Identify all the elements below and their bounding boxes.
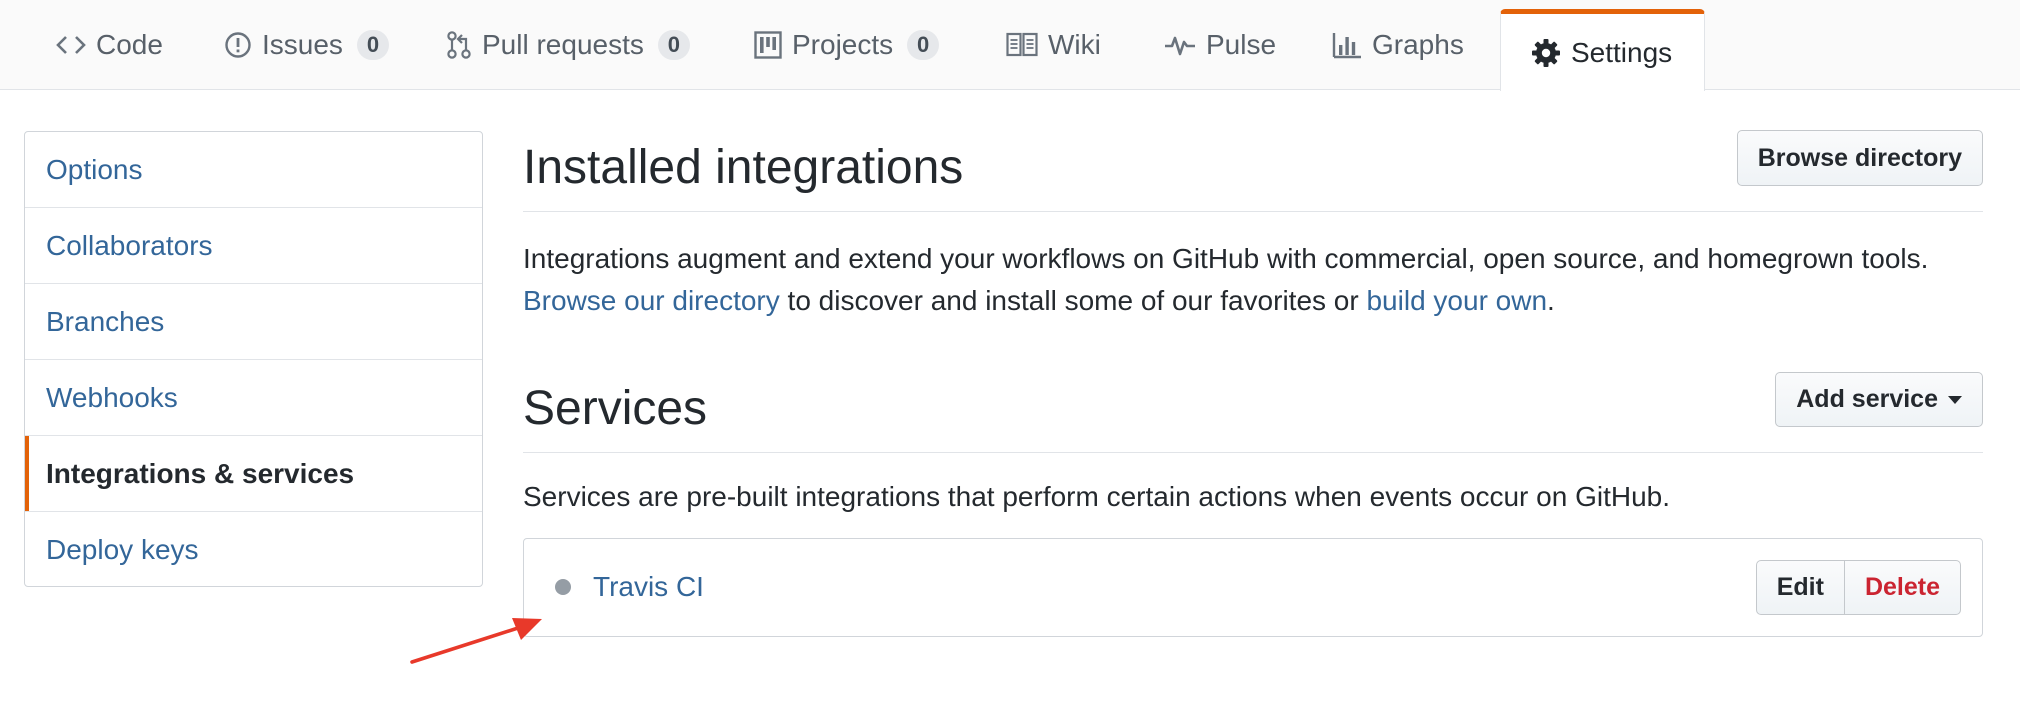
tab-label: Pulse	[1206, 29, 1277, 60]
sidebar-item-label: Webhooks	[46, 381, 178, 413]
tab-label: Wiki	[1048, 29, 1101, 60]
sidebar-item-label: Collaborators	[46, 229, 213, 261]
issues-counter: 0	[356, 30, 389, 60]
services-section: Services Add service Services are pre-bu…	[523, 372, 1983, 637]
sidebar-item-branches[interactable]: Branches	[25, 284, 482, 360]
desc-text-2: to discover and install some of our favo…	[779, 285, 1367, 316]
browse-directory-button[interactable]: Browse directory	[1736, 130, 1983, 186]
service-actions: Edit Delete	[1755, 560, 1961, 615]
services-heading: Services	[523, 382, 708, 435]
tab-label: Projects	[792, 29, 894, 60]
pull-request-icon	[446, 30, 472, 60]
repo-nav: Code Issues 0 Pull requests 0 Projects 0…	[0, 0, 2020, 91]
status-dot-icon	[555, 579, 571, 595]
tab-settings[interactable]: Settings	[1500, 9, 1705, 91]
projects-counter: 0	[907, 30, 940, 60]
add-service-button[interactable]: Add service	[1775, 372, 1983, 427]
sidebar-item-collaborators[interactable]: Collaborators	[25, 208, 482, 284]
add-service-label: Add service	[1796, 385, 1938, 413]
integrations-description: Integrations augment and extend your wor…	[523, 238, 1983, 322]
sidebar-item-label: Branches	[46, 305, 165, 337]
services-subhead: Services Add service	[523, 372, 1983, 453]
graph-icon	[1332, 31, 1362, 59]
tab-graphs[interactable]: Graphs	[1324, 0, 1472, 90]
caret-down-icon	[1948, 395, 1962, 404]
build-your-own-link[interactable]: build your own	[1366, 285, 1547, 316]
code-icon	[56, 33, 86, 57]
book-icon	[1006, 32, 1038, 58]
main-content: Installed integrations Browse directory …	[523, 130, 1983, 637]
pulse-icon	[1164, 32, 1196, 58]
tab-label: Pull requests	[482, 29, 644, 60]
tab-issues[interactable]: Issues 0	[216, 0, 397, 90]
tab-label: Graphs	[1372, 29, 1464, 60]
tab-code[interactable]: Code	[48, 0, 171, 90]
service-name-link[interactable]: Travis CI	[593, 571, 704, 603]
desc-text-1: Integrations augment and extend your wor…	[523, 243, 1929, 274]
tab-pull-requests[interactable]: Pull requests 0	[438, 0, 698, 90]
sidebar-item-deploy-keys[interactable]: Deploy keys	[25, 512, 482, 586]
gear-icon	[1531, 38, 1561, 68]
tab-wiki[interactable]: Wiki	[998, 0, 1109, 90]
sidebar-item-integrations-services[interactable]: Integrations & services	[25, 436, 482, 512]
tab-label: Issues	[262, 29, 343, 60]
integrations-subhead: Installed integrations Browse directory	[523, 130, 1983, 212]
browse-our-directory-link[interactable]: Browse our directory	[523, 285, 780, 316]
sidebar-item-label: Deploy keys	[46, 534, 199, 565]
integrations-heading: Installed integrations	[523, 141, 964, 194]
desc-text-3: .	[1547, 285, 1555, 316]
pull-requests-counter: 0	[657, 30, 690, 60]
issue-icon	[224, 31, 252, 59]
sidebar-item-label: Options	[46, 153, 143, 185]
tab-pulse[interactable]: Pulse	[1156, 0, 1284, 90]
tab-label: Settings	[1571, 36, 1673, 68]
services-description: Services are pre-built integrations that…	[523, 481, 1671, 512]
sidebar-item-webhooks[interactable]: Webhooks	[25, 360, 482, 436]
tab-projects[interactable]: Projects 0	[746, 0, 947, 90]
edit-button[interactable]: Edit	[1755, 560, 1845, 615]
service-list-item: Travis CI Edit Delete	[523, 538, 1983, 637]
sidebar-item-options[interactable]: Options	[25, 132, 482, 208]
settings-sidebar: Options Collaborators Branches Webhooks …	[24, 131, 483, 587]
annotation-arrow-icon	[410, 618, 542, 664]
delete-button[interactable]: Delete	[1844, 560, 1961, 615]
sidebar-item-label: Integrations & services	[46, 457, 355, 489]
project-icon	[754, 31, 782, 59]
tab-label: Code	[96, 29, 163, 60]
